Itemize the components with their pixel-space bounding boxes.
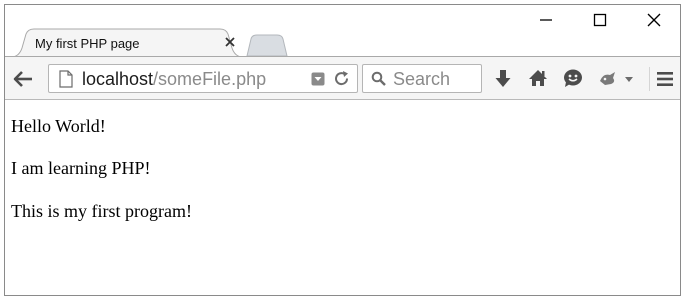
back-arrow-icon [13,71,32,87]
url-host: localhost [82,69,154,89]
search-icon [371,71,387,87]
url-text: localhost/someFile.php [82,69,266,90]
addon-icon [600,72,633,85]
browser-window: My first PHP page localhost/someFile.php… [4,4,681,296]
url-bar[interactable]: localhost/someFile.php [48,64,358,93]
tab-title: My first PHP page [35,36,140,51]
search-bar[interactable]: Search [362,64,482,93]
addon-button[interactable] [597,68,635,90]
close-icon [225,37,235,47]
dropdown-icon [311,72,325,86]
close-icon [647,13,661,27]
title-bar: My first PHP page [5,5,680,58]
home-button[interactable] [527,67,549,89]
back-button[interactable] [11,68,35,90]
hello-button[interactable] [562,67,584,89]
downloads-button[interactable] [492,68,514,90]
url-dropdown-button[interactable] [311,72,325,86]
minimize-button[interactable] [523,5,569,35]
new-tab-button[interactable] [243,33,289,57]
page-content: Hello World! I am learning PHP! This is … [5,100,680,295]
reload-icon [335,71,349,86]
paragraph-hello: Hello World! [11,116,106,136]
minimize-icon [540,19,552,21]
paragraph-program: This is my first program! [11,201,192,221]
tab-close-button[interactable] [223,35,237,49]
reload-button[interactable] [333,70,351,88]
search-placeholder: Search [393,69,451,89]
hello-chat-icon [564,69,582,87]
close-window-button[interactable] [631,5,677,35]
download-icon [495,70,511,87]
navigation-toolbar: localhost/someFile.php Search [5,57,680,100]
page-icon [58,70,74,88]
home-icon [529,70,547,86]
url-path: /someFile.php [153,69,267,89]
paragraph-learning: I am learning PHP! [11,158,151,178]
maximize-icon [593,13,607,27]
menu-icon [657,72,673,86]
maximize-button[interactable] [577,5,623,35]
toolbar-separator [649,67,650,91]
menu-button[interactable] [655,69,675,89]
tab-active[interactable]: My first PHP page [11,28,243,58]
